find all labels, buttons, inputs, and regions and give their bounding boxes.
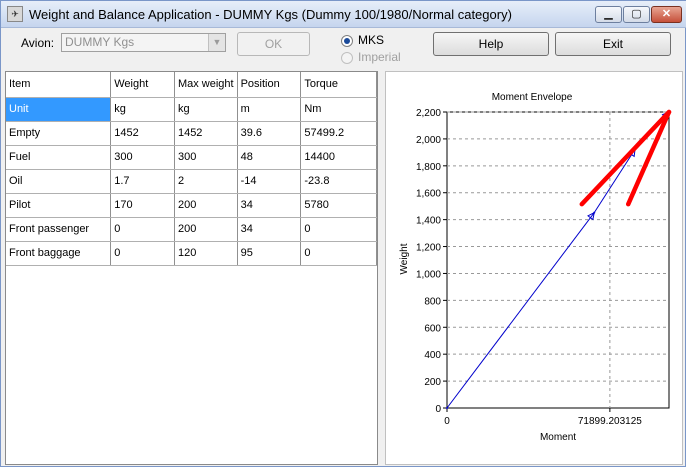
y-tick-label: 1,200 (416, 243, 441, 254)
window-title: Weight and Balance Application - DUMMY K… (29, 7, 512, 22)
radio-imperial-label: Imperial (358, 50, 401, 64)
radio-imperial[interactable] (341, 52, 353, 64)
table-cell[interactable]: 39.6 (237, 121, 302, 146)
airplane-app-icon: ✈ (7, 6, 23, 22)
weight-table[interactable]: Item Weight Max weight Position Torque U… (5, 71, 378, 465)
table-header: Torque (300, 72, 377, 98)
table-cell[interactable]: 200 (174, 193, 238, 218)
data-point (446, 407, 448, 409)
table-row[interactable]: Front baggage 0 120 95 0 (6, 241, 377, 266)
table-cell[interactable]: Pilot (6, 193, 112, 218)
table-header: Position (237, 72, 302, 98)
table-cell[interactable]: 0 (300, 217, 377, 242)
avion-select[interactable]: DUMMY Kgs ▼ (61, 33, 226, 52)
table-header: Item (6, 72, 112, 98)
y-tick-label: 0 (435, 404, 441, 415)
x-axis-label: Moment (540, 432, 576, 443)
y-tick-label: 1,400 (416, 216, 441, 227)
close-button[interactable]: ✕ (651, 6, 682, 23)
chevron-down-icon[interactable]: ▼ (208, 34, 225, 51)
table-cell[interactable]: Empty (6, 121, 112, 146)
table-cell[interactable]: 95 (237, 241, 302, 266)
table-cell[interactable]: Front baggage (6, 241, 112, 266)
table-cell[interactable]: 0 (110, 241, 175, 266)
y-tick-label: 2,000 (416, 135, 441, 146)
chart-title: Moment Envelope (492, 92, 573, 103)
table-cell[interactable]: Fuel (6, 145, 112, 170)
table-cell[interactable]: m (237, 97, 302, 122)
table-cell[interactable]: 1.7 (110, 169, 175, 194)
radio-mks-label: MKS (358, 33, 385, 47)
title-bar[interactable]: ✈ Weight and Balance Application - DUMMY… (1, 1, 686, 28)
y-tick-label: 2,200 (416, 108, 441, 119)
table-row[interactable]: Empty 1452 1452 39.6 57499.2 (6, 121, 377, 146)
table-cell[interactable]: 57499.2 (300, 121, 377, 146)
table-cell[interactable]: 200 (174, 217, 238, 242)
table-cell[interactable]: Oil (6, 169, 112, 194)
avion-select-value: DUMMY Kgs (65, 35, 135, 49)
table-cell[interactable]: 300 (110, 145, 175, 170)
y-tick-label: 800 (424, 296, 441, 307)
app-window: ✈ Weight and Balance Application - DUMMY… (0, 0, 686, 467)
table-cell[interactable]: 0 (300, 241, 377, 266)
table-cell[interactable]: 2 (174, 169, 238, 194)
y-tick-label: 1,600 (416, 189, 441, 200)
moment-envelope-chart: Moment Envelope Moment Weight 0 200 400 600… (385, 71, 683, 465)
avion-label: Avion: (21, 36, 55, 50)
table-row[interactable]: Front passenger 0 200 34 0 (6, 217, 377, 242)
maximize-button[interactable]: ▢ (623, 6, 650, 23)
series-line-segment (446, 212, 595, 409)
minimize-icon: ▁ (604, 8, 613, 20)
table-header-row: Item Weight Max weight Position Torque (6, 72, 377, 98)
table-cell[interactable]: 34 (237, 193, 302, 218)
x-tick-label: 0 (444, 416, 450, 427)
table-cell[interactable]: Unit (6, 97, 112, 122)
help-button[interactable]: Help (433, 32, 549, 56)
table-cell[interactable]: Nm (300, 97, 377, 122)
table-cell[interactable]: 0 (110, 217, 175, 242)
table-cell[interactable]: -23.8 (300, 169, 377, 194)
table-header: Max weight (174, 72, 238, 98)
y-tick-label: 600 (424, 323, 441, 334)
data-point (593, 211, 596, 214)
table-cell[interactable]: 5780 (300, 193, 377, 218)
weight-grid: Item Weight Max weight Position Torque U… (6, 72, 377, 266)
maximize-icon: ▢ (631, 8, 642, 20)
radio-mks[interactable] (341, 35, 353, 47)
y-tick-label: 1,800 (416, 162, 441, 173)
annotation-arrow-stroke (579, 109, 672, 207)
y-tick-label: 400 (424, 350, 441, 361)
x-tick-label: 71899.203125 (578, 416, 642, 427)
table-cell[interactable]: 300 (174, 145, 238, 170)
table-cell[interactable]: 34 (237, 217, 302, 242)
y-tick-label: 1,000 (416, 269, 441, 280)
table-cell[interactable]: kg (174, 97, 238, 122)
chart-canvas: Moment Envelope Moment Weight 0 200 400 600… (399, 92, 672, 443)
table-row[interactable]: Pilot 170 200 34 5780 (6, 193, 377, 218)
table-cell[interactable]: 1452 (110, 121, 175, 146)
ok-button[interactable]: OK (237, 32, 310, 56)
y-tick-label: 200 (424, 377, 441, 388)
exit-button[interactable]: Exit (555, 32, 671, 56)
table-cell[interactable]: 14400 (300, 145, 377, 170)
table-header: Weight (110, 72, 175, 98)
table-cell[interactable]: Front passenger (6, 217, 112, 242)
y-axis-label: Weight (399, 243, 410, 274)
table-row[interactable]: Unit kg kg m Nm (6, 97, 377, 122)
table-cell[interactable]: 120 (174, 241, 238, 266)
table-row[interactable]: Oil 1.7 2 -14 -23.8 (6, 169, 377, 194)
annotation-arrow-stroke (625, 109, 672, 207)
close-icon: ✕ (661, 8, 672, 20)
table-row[interactable]: Fuel 300 300 48 14400 (6, 145, 377, 170)
table-cell[interactable]: kg (110, 97, 175, 122)
table-cell[interactable]: 170 (110, 193, 175, 218)
minimize-button[interactable]: ▁ (595, 6, 622, 23)
table-cell[interactable]: -14 (237, 169, 302, 194)
table-cell[interactable]: 48 (237, 145, 302, 170)
table-cell[interactable]: 1452 (174, 121, 238, 146)
